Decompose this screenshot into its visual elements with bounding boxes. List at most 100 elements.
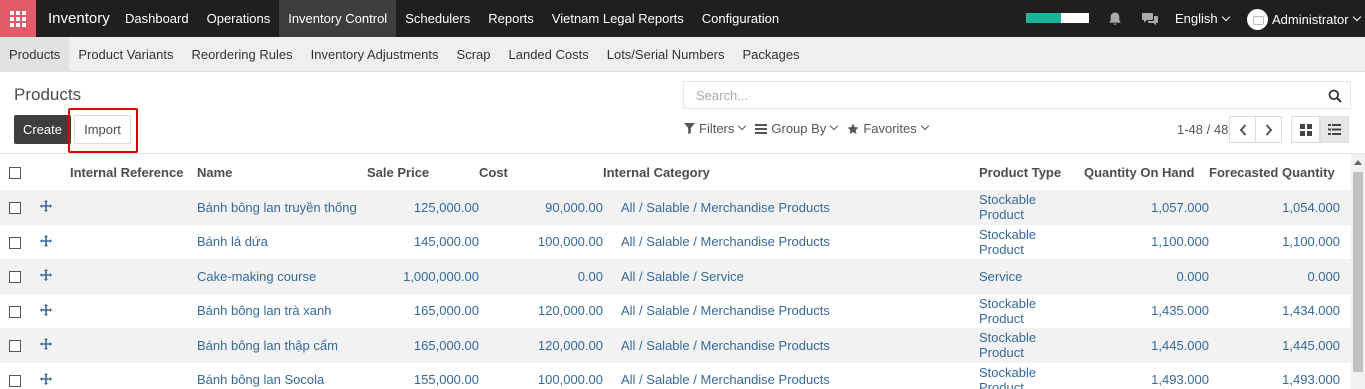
cell-name: Bánh bông lan Socola (197, 362, 367, 389)
drag-handle-icon[interactable] (40, 234, 52, 250)
cell-internal-reference (70, 293, 197, 328)
table-row[interactable]: Bánh lá dứa 145,000.00 100,000.00 All / Sal… (0, 224, 1351, 259)
submenu-landed-costs[interactable]: Landed Costs (500, 37, 598, 72)
column-quantity-on-hand[interactable]: Quantity On Hand (1084, 154, 1209, 190)
list-view-button[interactable] (1320, 116, 1349, 143)
drag-handle-icon[interactable] (40, 200, 52, 215)
submenu-scrap[interactable]: Scrap (448, 37, 500, 72)
cell-name: Cake-making course (197, 259, 367, 294)
scroll-up-arrow-icon[interactable] (1354, 160, 1362, 165)
filters-label: Filters (699, 121, 735, 136)
menu-inventory-control[interactable]: Inventory Control (279, 0, 397, 37)
table-header: Internal Reference Name Sale Price Cost … (0, 154, 1351, 190)
submenu-reordering-rules[interactable]: Reordering Rules (182, 37, 301, 72)
cell-forecasted-quantity: 1,434.000 (1209, 293, 1351, 328)
chevron-down-icon (1221, 12, 1230, 22)
cell-name: Bánh lá dứa (197, 224, 367, 259)
language-selector[interactable]: English (1175, 11, 1230, 26)
pager-value[interactable]: 1-48 / 48 (1177, 122, 1228, 137)
pager-next-button[interactable] (1255, 116, 1282, 143)
create-button[interactable]: Create (14, 115, 71, 144)
group-by-label: Group By (771, 121, 827, 136)
submenu-packages[interactable]: Packages (734, 37, 809, 72)
cell-internal-reference (70, 190, 197, 225)
scrollbar-thumb[interactable] (1353, 172, 1363, 372)
row-handle-cell (32, 259, 70, 294)
list-icon (1328, 124, 1341, 135)
menu-vietnam-legal-reports[interactable]: Vietnam Legal Reports (543, 0, 693, 37)
submenu-lots-serial-numbers[interactable]: Lots/Serial Numbers (598, 37, 734, 72)
group-by-button[interactable]: Group By (755, 121, 839, 136)
kanban-view-button[interactable] (1291, 116, 1320, 143)
favorites-button[interactable]: Favorites (847, 121, 930, 136)
favorites-label: Favorites (863, 121, 917, 136)
column-internal-reference[interactable]: Internal Reference (70, 154, 197, 190)
table-row[interactable]: Bánh bông lan thập cẩm 165,000.00 120,000.… (0, 328, 1351, 363)
row-checkbox[interactable] (9, 271, 21, 284)
column-cost[interactable]: Cost (479, 154, 603, 190)
apps-menu-button[interactable] (0, 0, 36, 37)
select-all-cell (0, 154, 32, 190)
row-checkbox[interactable] (9, 236, 21, 249)
column-name[interactable]: Name (197, 154, 367, 190)
cell-internal-reference (70, 259, 197, 294)
table-row[interactable]: Cake-making course 1,000,000.00 0.00 All / … (0, 259, 1351, 294)
progress-bar (1026, 13, 1089, 23)
pager-previous-button[interactable] (1229, 116, 1256, 143)
drag-handle-icon[interactable] (40, 269, 52, 284)
breadcrumb: Products (14, 85, 82, 104)
column-product-type[interactable]: Product Type (979, 154, 1084, 190)
submenu-products[interactable]: Products (0, 37, 70, 72)
menu-configuration[interactable]: Configuration (693, 0, 788, 37)
cell-product-type: Stockable Product (979, 293, 1084, 328)
cell-sale-price: 125,000.00 (367, 190, 479, 225)
cell-forecasted-quantity: 1,100.000 (1209, 224, 1351, 259)
drag-handle-icon[interactable] (40, 303, 52, 319)
cell-forecasted-quantity: 1,493.000 (1209, 362, 1351, 389)
row-checkbox[interactable] (9, 340, 21, 353)
cell-cost: 100,000.00 (479, 362, 603, 389)
submenu-product-variants[interactable]: Product Variants (69, 37, 182, 72)
menu-schedulers[interactable]: Schedulers (396, 0, 479, 37)
scrollbar[interactable] (1351, 154, 1365, 389)
search-box (683, 81, 1351, 109)
cell-sale-price: 165,000.00 (367, 293, 479, 328)
column-internal-category[interactable]: Internal Category (603, 154, 979, 190)
row-checkbox[interactable] (9, 202, 21, 215)
filters-button[interactable]: Filters (684, 121, 747, 136)
import-button[interactable]: Import (74, 115, 131, 144)
search-input[interactable] (684, 82, 1304, 108)
drag-handle-icon[interactable] (40, 338, 52, 353)
select-all-checkbox[interactable] (9, 167, 21, 180)
cell-quantity-on-hand: 1,493.000 (1084, 362, 1209, 389)
bell-icon[interactable] (1107, 11, 1123, 30)
menu-reports[interactable]: Reports (479, 0, 543, 37)
row-select-cell (0, 259, 32, 294)
column-forecasted-quantity[interactable]: Forecasted Quantity (1209, 154, 1351, 190)
column-sale-price[interactable]: Sale Price (367, 154, 479, 190)
chevron-left-icon (1239, 123, 1246, 136)
app-title[interactable]: Inventory (48, 10, 110, 27)
cell-internal-category: All / Salable / Merchandise Products (603, 224, 979, 259)
search-options: Filters Group By Favorites (684, 121, 938, 136)
row-checkbox[interactable] (9, 305, 21, 318)
filter-icon (684, 123, 695, 134)
cell-internal-reference (70, 328, 197, 363)
menu-operations[interactable]: Operations (198, 0, 280, 37)
table-row[interactable]: Bánh bông lan trà xanh 165,000.00 120,000.… (0, 293, 1351, 328)
table-row[interactable]: Bánh bông lan truyền thống 125,000.00 90,0… (0, 190, 1351, 225)
row-checkbox[interactable] (9, 374, 21, 387)
submenu-inventory-adjustments[interactable]: Inventory Adjustments (302, 37, 448, 72)
chat-icon[interactable] (1141, 11, 1159, 30)
search-icon[interactable] (1328, 89, 1342, 106)
user-menu[interactable]: Administrator (1247, 9, 1361, 30)
cell-forecasted-quantity: 1,054.000 (1209, 190, 1351, 225)
cell-sale-price: 165,000.00 (367, 328, 479, 363)
table-row[interactable]: Bánh bông lan Socola 155,000.00 100,000.00… (0, 362, 1351, 389)
drag-handle-icon[interactable] (40, 372, 52, 388)
cell-internal-category: All / Salable / Merchandise Products (603, 362, 979, 389)
cell-quantity-on-hand: 1,445.000 (1084, 328, 1209, 363)
menu-dashboard[interactable]: Dashboard (116, 0, 198, 37)
cell-product-type: Stockable Product (979, 224, 1084, 259)
chevron-right-icon (1265, 123, 1272, 136)
